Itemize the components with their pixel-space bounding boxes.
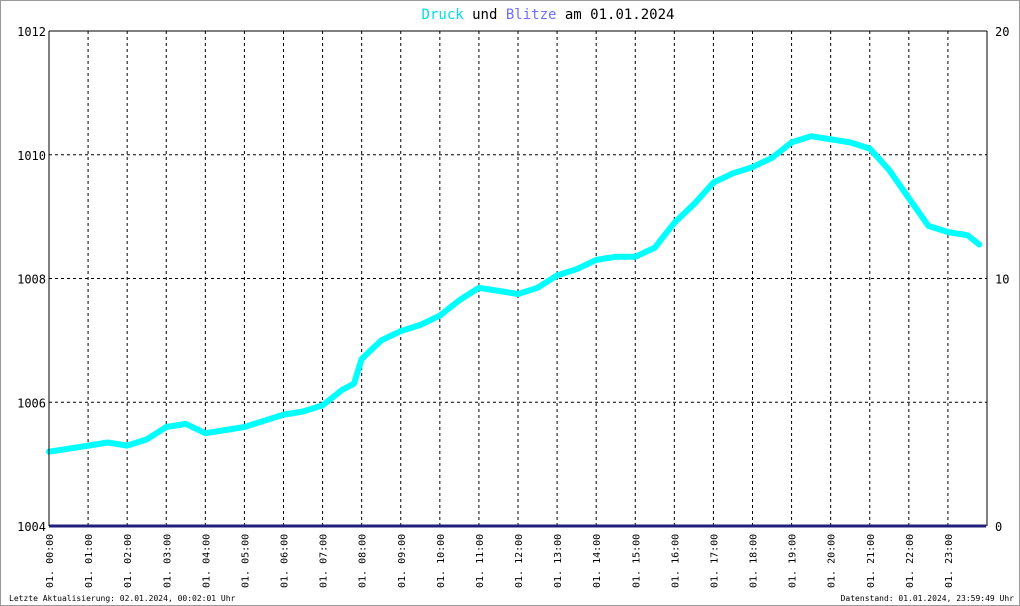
druck-point (418, 322, 423, 327)
y-left-tick-label: 1008 (17, 273, 46, 287)
druck-line (46, 133, 983, 455)
title-druck: Druck (422, 7, 465, 23)
x-tick-label: 01. 09:00 (397, 534, 408, 588)
footer-right: Datenstand: 01.01.2024, 23:59:49 Uhr (841, 594, 1015, 603)
druck-point (789, 140, 794, 145)
x-tick-label: 01. 16:00 (670, 534, 681, 588)
y-left-tick-label: 1010 (17, 149, 46, 163)
x-tick-label: 01. 02:00 (123, 534, 134, 588)
druck-point (301, 409, 306, 414)
druck-point (887, 168, 892, 173)
druck-point (476, 285, 481, 290)
x-tick-label: 01. 14:00 (592, 534, 603, 588)
druck-point (555, 273, 560, 278)
druck-point (379, 338, 384, 343)
y-left-tick-label: 1012 (17, 25, 46, 39)
druck-point (203, 431, 208, 436)
druck-point (320, 403, 325, 408)
druck-point (730, 171, 735, 176)
druck-point (66, 446, 71, 451)
druck-point (672, 220, 677, 225)
druck-point (105, 440, 110, 445)
druck-point (926, 223, 931, 228)
grid-lines (48, 30, 987, 526)
druck-point (496, 288, 501, 293)
druck-point (633, 254, 638, 259)
x-tick-label: 01. 12:00 (514, 534, 525, 588)
druck-point (848, 140, 853, 145)
druck-point (828, 137, 833, 142)
druck-point (125, 443, 130, 448)
druck-point (945, 230, 950, 235)
druck-point (261, 418, 266, 423)
chart-svg: Druck und Blitze am 01.01.2024 1004 1006 1… (9, 7, 1015, 603)
x-tick-label: 01. 18:00 (749, 534, 760, 588)
druck-point (906, 196, 911, 201)
druck-point (516, 291, 520, 296)
druck-point (340, 387, 345, 392)
title-und: und (464, 7, 506, 23)
druck-point (652, 245, 657, 250)
druck-point (437, 313, 442, 318)
x-tick-label: 01. 19:00 (788, 534, 799, 588)
druck-point (86, 443, 91, 448)
x-tick-label: 01. 22:00 (905, 534, 916, 588)
druck-point (359, 356, 364, 361)
druck-point (691, 202, 696, 207)
y-right-tick-label: 10 (995, 273, 1009, 287)
x-tick-label: 01. 11:00 (475, 534, 486, 588)
druck-point (770, 155, 775, 160)
druck-point (750, 165, 755, 170)
druck-point (144, 437, 149, 442)
druck-point (242, 425, 247, 429)
druck-point (574, 267, 579, 272)
druck-point (965, 233, 970, 238)
druck-point (398, 329, 403, 334)
series-layer (46, 133, 987, 528)
x-tick-label: 01. 00:00 (45, 534, 56, 588)
x-tick-label: 01. 01:00 (84, 534, 95, 588)
chart-title: Druck und Blitze am 01.01.2024 (422, 7, 675, 23)
druck-point (164, 425, 169, 429)
x-tick-label: 01. 17:00 (709, 534, 720, 588)
x-tick-label: 01. 23:00 (944, 534, 955, 588)
druck-point (351, 381, 356, 386)
title-blitze: Blitze (506, 7, 557, 23)
y-left-tick-label: 1006 (17, 396, 46, 410)
druck-point (809, 134, 814, 139)
x-tick-label: 01. 10:00 (436, 534, 447, 588)
x-tick-label: 01. 08:00 (358, 534, 369, 588)
x-tick-label: 01. 05:00 (240, 534, 251, 588)
y-right-tick-label: 20 (995, 25, 1009, 39)
druck-point (457, 298, 462, 303)
x-tick-label: 01. 15:00 (631, 534, 642, 588)
druck-point (594, 257, 599, 262)
x-tick-label: 01. 04:00 (201, 534, 212, 588)
druck-point (977, 242, 982, 247)
y-right-tick-label: 0 (995, 520, 1002, 534)
x-tick-label: 01. 07:00 (319, 534, 330, 588)
druck-point (867, 146, 872, 151)
title-date: am 01.01.2024 (556, 7, 674, 23)
druck-point (613, 254, 618, 259)
x-tick-label: 01. 13:00 (553, 534, 564, 588)
druck-point (183, 421, 188, 426)
x-tick-label: 01. 20:00 (827, 534, 838, 588)
y-left-tick-label: 1004 (17, 520, 46, 534)
series-druck (46, 133, 983, 455)
druck-point (222, 428, 227, 433)
druck-point (535, 285, 540, 290)
druck-point (281, 412, 286, 417)
x-tick-label: 01. 03:00 (162, 534, 173, 588)
footer-left: Letzte Aktualisierung: 02.01.2024, 00:02… (9, 594, 236, 603)
x-tick-label: 01. 21:00 (866, 534, 877, 588)
druck-point (711, 180, 716, 185)
x-tick-label: 01. 06:00 (280, 534, 291, 588)
